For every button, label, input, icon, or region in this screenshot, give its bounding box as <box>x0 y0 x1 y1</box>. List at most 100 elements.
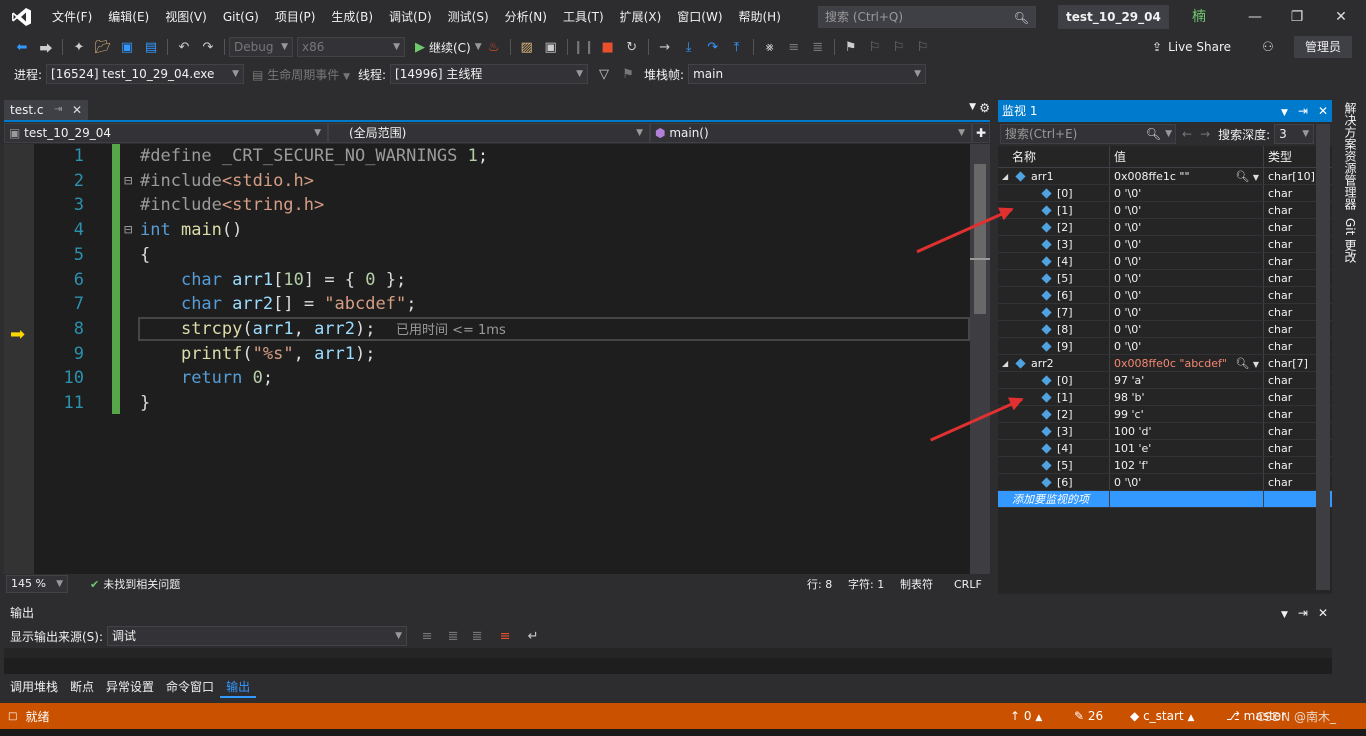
code-line[interactable]: 10 return 0; <box>4 366 970 391</box>
stack-frame-select[interactable]: main ▼ <box>688 64 927 84</box>
collapse-icon[interactable]: ⊟ <box>124 169 132 194</box>
menu-item-0[interactable]: 文件(F) <box>44 0 100 34</box>
collapse-icon[interactable]: ⊟ <box>124 218 132 243</box>
watch-value[interactable]: 102 'f' <box>1110 457 1264 473</box>
nav-back-icon[interactable]: ← <box>1182 127 1192 141</box>
watch-value[interactable]: 0 '\0' <box>1110 185 1264 201</box>
edits-indicator[interactable]: ✎ 26 <box>1074 709 1103 723</box>
watch-row[interactable]: [5] 0 '\0' char <box>998 270 1332 287</box>
code-editor[interactable]: ➡ 1 #define _CRT_SECURE_NO_WARNINGS 1; 2 #i… <box>4 144 970 574</box>
watch-row[interactable]: [2] 0 '\0' char <box>998 219 1332 236</box>
back-icon[interactable]: ⬅ <box>12 37 32 57</box>
tab-test-c[interactable]: test.c ⇥ ✕ <box>4 100 88 120</box>
menu-item-9[interactable]: 工具(T) <box>555 0 612 34</box>
editor-scrollbar[interactable] <box>970 144 990 574</box>
tab-dropdown-icon[interactable]: ▼ <box>969 102 976 112</box>
col-type[interactable]: 类型 <box>1264 146 1316 167</box>
window-dropdown-icon[interactable]: ▼ <box>1281 108 1288 118</box>
watch-row[interactable]: [6] 0 '\0' char <box>998 287 1332 304</box>
visualizer-icon[interactable]: 🔍︎ ▼ <box>1235 168 1259 184</box>
continue-button[interactable]: ▶ 继续(C) ▼ <box>415 39 482 56</box>
watch-row[interactable]: [4] 0 '\0' char <box>998 253 1332 270</box>
show-next-statement-icon[interactable]: → <box>655 37 675 57</box>
scrollbar-thumb[interactable] <box>974 164 986 314</box>
watch-row[interactable]: [3] 100 'd' char <box>998 423 1332 440</box>
watch-value[interactable]: 0 '\0' <box>1110 236 1264 252</box>
live-share-button[interactable]: ⇪ Live Share <box>1152 40 1231 54</box>
lifecycle-events-button[interactable]: ▤ 生命周期事件 ▼ <box>252 66 350 83</box>
watch-value[interactable]: 0 '\0' <box>1110 270 1264 286</box>
undo-icon[interactable]: ↶ <box>174 37 194 57</box>
issues-label[interactable]: 未找到相关问题 <box>103 576 180 592</box>
search-depth-select[interactable]: 3 ▼ <box>1274 124 1315 144</box>
nav-forward-icon[interactable]: → <box>1200 127 1210 141</box>
watch-row[interactable]: [9] 0 '\0' char <box>998 338 1332 355</box>
add-watch-row[interactable]: 添加要监视的项 <box>998 491 1332 508</box>
diagnostics-icon[interactable]: ⨳ <box>760 37 780 57</box>
code-line[interactable]: 8 strcpy(arr1, arr2); 已用时间 <= 1ms <box>4 317 970 342</box>
watch-row[interactable]: [1] 98 'b' char <box>998 389 1332 406</box>
new-project-icon[interactable]: ✦ <box>69 37 89 57</box>
watch-value[interactable]: 0x008ffe1c "" 🔍︎ ▼ <box>1110 168 1264 184</box>
pin-window-icon[interactable]: ⇥ <box>1298 104 1308 118</box>
code-line[interactable]: 11} <box>4 391 970 416</box>
watch-row[interactable]: ◢ arr1 0x008ffe1c "" 🔍︎ ▼ char[10] <box>998 168 1332 185</box>
format-icon[interactable]: ≡ <box>784 37 804 57</box>
function-nav-select[interactable]: ⬢ main() ▼ <box>650 123 972 143</box>
solution-explorer-tab[interactable]: 解决方案资源管理器 <box>1342 102 1359 210</box>
close-watch-icon[interactable]: ✕ <box>1318 104 1328 118</box>
watch-row[interactable]: [6] 0 '\0' char <box>998 474 1332 491</box>
screenshot-icon[interactable]: ▣ <box>541 37 561 57</box>
watch-row[interactable]: ◢ arr2 0x008ffe0c "abcdef" 🔍︎ ▼ char[7] <box>998 355 1332 372</box>
code-line[interactable]: 7 char arr2[] = "abcdef"; <box>4 292 970 317</box>
watch-value[interactable]: 97 'a' <box>1110 372 1264 388</box>
watch-value[interactable]: 0x008ffe0c "abcdef" 🔍︎ ▼ <box>1110 355 1264 371</box>
col-value[interactable]: 值 <box>1110 146 1264 167</box>
minimize-button[interactable]: — <box>1232 0 1278 34</box>
code-line[interactable]: 5{ <box>4 243 970 268</box>
redo-icon[interactable]: ↷ <box>198 37 218 57</box>
feedback-icon[interactable]: ⚇ <box>1258 37 1278 57</box>
menu-item-11[interactable]: 窗口(W) <box>669 0 730 34</box>
bottom-tab-2[interactable]: 异常设置 <box>100 676 160 698</box>
next-message-icon[interactable]: ≣ <box>467 626 487 646</box>
menu-item-6[interactable]: 调试(D) <box>381 0 440 34</box>
close-output-icon[interactable]: ✕ <box>1318 606 1328 620</box>
watch-row[interactable]: [2] 99 'c' char <box>998 406 1332 423</box>
watch-scrollbar[interactable] <box>1316 124 1330 590</box>
hot-reload-icon[interactable]: ♨ <box>484 37 504 57</box>
align-icon[interactable]: ≣ <box>808 37 828 57</box>
code-line[interactable]: 4 int main() ⊟ <box>4 218 970 243</box>
maximize-button[interactable]: ❐ <box>1274 0 1320 34</box>
watch-value[interactable]: 98 'b' <box>1110 389 1264 405</box>
save-icon[interactable]: ▣ <box>117 37 137 57</box>
bottom-tab-4[interactable]: 输出 <box>220 676 257 698</box>
repo-indicator[interactable]: ◆ c_start ▲ <box>1130 709 1194 723</box>
project-nav-select[interactable]: ▣ test_10_29_04 ▼ <box>4 123 328 143</box>
watch-value[interactable]: 0 '\0' <box>1110 474 1264 490</box>
watch-value[interactable]: 0 '\0' <box>1110 219 1264 235</box>
word-wrap-icon[interactable]: ↵ <box>523 626 543 646</box>
watch-row[interactable]: [4] 101 'e' char <box>998 440 1332 457</box>
flag-threads-icon[interactable]: ⚑ <box>618 64 638 84</box>
scope-nav-select[interactable]: (全局范围) ▼ <box>328 123 650 143</box>
thread-select[interactable]: [14996] 主线程 ▼ <box>390 64 589 84</box>
watch-value[interactable]: 0 '\0' <box>1110 304 1264 320</box>
menu-item-3[interactable]: Git(G) <box>215 0 267 34</box>
forward-icon[interactable]: ⮕ <box>36 37 56 57</box>
menu-item-5[interactable]: 生成(B) <box>323 0 381 34</box>
global-search-input[interactable]: 搜索 (Ctrl+Q) 🔍︎ <box>818 6 1036 28</box>
step-out-icon[interactable]: ⤒ <box>727 37 747 57</box>
pause-icon[interactable]: ❙❙ <box>573 37 595 57</box>
code-line[interactable]: 1 #define _CRT_SECURE_NO_WARNINGS 1; <box>4 144 970 169</box>
split-icon[interactable]: ✚ <box>972 123 990 143</box>
menu-item-2[interactable]: 视图(V) <box>157 0 215 34</box>
pin-window-icon[interactable]: ⇥ <box>1298 606 1308 620</box>
eol-indicator[interactable]: CRLF <box>954 578 982 591</box>
stop-icon[interactable]: ■ <box>598 37 618 57</box>
step-over-icon[interactable]: ↷ <box>703 37 723 57</box>
bookmark-next-icon[interactable]: ⚐ <box>889 37 909 57</box>
expand-icon[interactable]: ◢ <box>1002 168 1008 185</box>
watch-row[interactable]: [3] 0 '\0' char <box>998 236 1332 253</box>
avatar[interactable]: 楠 <box>1186 6 1212 28</box>
